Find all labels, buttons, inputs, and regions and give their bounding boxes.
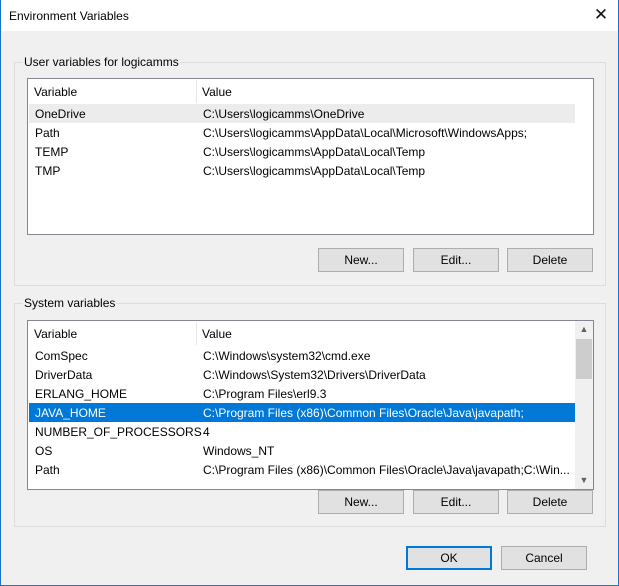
column-header-variable[interactable]: Variable bbox=[34, 85, 77, 99]
system-new-button[interactable]: New... bbox=[318, 490, 404, 514]
variable-name: TEMP bbox=[35, 145, 69, 159]
variable-value: C:\Windows\System32\Drivers\DriverData bbox=[203, 368, 426, 382]
column-header-value[interactable]: Value bbox=[202, 327, 232, 341]
list-row-java-home[interactable]: JAVA_HOME C:\Program Files (x86)\Common F… bbox=[29, 403, 575, 422]
ok-button[interactable]: OK bbox=[406, 546, 492, 570]
variable-value: C:\Program Files (x86)\Common Files\Orac… bbox=[203, 406, 524, 420]
user-variables-legend: User variables for logicamms bbox=[23, 55, 180, 69]
system-edit-button[interactable]: Edit... bbox=[413, 490, 499, 514]
cancel-button[interactable]: Cancel bbox=[501, 546, 587, 570]
list-row-tmp[interactable]: TMP C:\Users\logicamms\AppData\Local\Temp bbox=[29, 161, 575, 180]
list-row-path[interactable]: Path C:\Program Files (x86)\Common Files\… bbox=[29, 460, 575, 479]
system-delete-button[interactable]: Delete bbox=[507, 490, 593, 514]
variable-value: C:\Users\logicamms\OneDrive bbox=[203, 107, 365, 121]
close-icon[interactable]: ✕ bbox=[584, 0, 618, 31]
variable-name: DriverData bbox=[35, 368, 93, 382]
title-bar: Environment Variables ✕ bbox=[1, 0, 618, 31]
user-variables-group: User variables for logicamms Variable Va… bbox=[14, 55, 606, 286]
environment-variables-dialog: Environment Variables ✕ User variables f… bbox=[0, 0, 619, 586]
variable-value: C:\Users\logicamms\AppData\Local\Temp bbox=[203, 164, 426, 178]
list-row-temp[interactable]: TEMP C:\Users\logicamms\AppData\Local\Tem… bbox=[29, 142, 575, 161]
user-variables-list[interactable]: Variable Value OneDrive C:\Users\logicamm… bbox=[27, 78, 594, 235]
scroll-up-icon[interactable]: ▲ bbox=[575, 321, 593, 338]
variable-value: C:\Program Files (x86)\Common Files\Orac… bbox=[203, 463, 570, 477]
list-header: Variable Value bbox=[28, 322, 575, 345]
user-new-button[interactable]: New... bbox=[318, 248, 404, 272]
variable-name: Path bbox=[35, 463, 60, 477]
scrollbar-thumb[interactable] bbox=[576, 339, 592, 379]
vertical-scrollbar[interactable]: ▲ ▼ bbox=[575, 321, 593, 489]
system-variables-list[interactable]: Variable Value ComSpec C:\Windows\system3… bbox=[27, 320, 594, 490]
window-title: Environment Variables bbox=[9, 9, 129, 23]
variable-value: C:\Users\logicamms\AppData\Local\Microso… bbox=[203, 126, 528, 140]
list-row-erlang-home[interactable]: ERLANG_HOME C:\Program Files\erl9.3 bbox=[29, 384, 575, 403]
list-row-os[interactable]: OS Windows_NT bbox=[29, 441, 575, 460]
variable-name: OS bbox=[35, 444, 53, 458]
scroll-down-icon[interactable]: ▼ bbox=[575, 472, 593, 489]
variable-name: NUMBER_OF_PROCESSORS bbox=[35, 425, 202, 439]
variable-name: OneDrive bbox=[35, 107, 86, 121]
list-row-comspec[interactable]: ComSpec C:\Windows\system32\cmd.exe bbox=[29, 346, 575, 365]
variable-value: 4 bbox=[203, 425, 210, 439]
column-header-value[interactable]: Value bbox=[202, 85, 232, 99]
variable-value: C:\Program Files\erl9.3 bbox=[203, 387, 327, 401]
list-header: Variable Value bbox=[28, 80, 575, 103]
variable-name: TMP bbox=[35, 164, 61, 178]
list-row-onedrive[interactable]: OneDrive C:\Users\logicamms\OneDrive bbox=[29, 104, 575, 123]
variable-value: C:\Users\logicamms\AppData\Local\Temp bbox=[203, 145, 426, 159]
variable-name: ERLANG_HOME bbox=[35, 387, 128, 401]
column-divider bbox=[196, 80, 197, 103]
variable-name: Path bbox=[35, 126, 60, 140]
system-variables-group: System variables Variable Value ComSpec C… bbox=[14, 296, 606, 527]
variable-value: Windows_NT bbox=[203, 444, 275, 458]
column-header-variable[interactable]: Variable bbox=[34, 327, 77, 341]
variable-value: C:\Windows\system32\cmd.exe bbox=[203, 349, 371, 363]
list-row-driverdata[interactable]: DriverData C:\Windows\System32\Drivers\Dr… bbox=[29, 365, 575, 384]
list-row-path[interactable]: Path C:\Users\logicamms\AppData\Local\Mic… bbox=[29, 123, 575, 142]
list-row-number-of-processors[interactable]: NUMBER_OF_PROCESSORS 4 bbox=[29, 422, 575, 441]
variable-name: ComSpec bbox=[35, 349, 88, 363]
user-delete-button[interactable]: Delete bbox=[507, 248, 593, 272]
column-divider bbox=[196, 322, 197, 345]
variable-name: JAVA_HOME bbox=[35, 406, 106, 420]
user-edit-button[interactable]: Edit... bbox=[413, 248, 499, 272]
system-variables-legend: System variables bbox=[23, 296, 117, 310]
